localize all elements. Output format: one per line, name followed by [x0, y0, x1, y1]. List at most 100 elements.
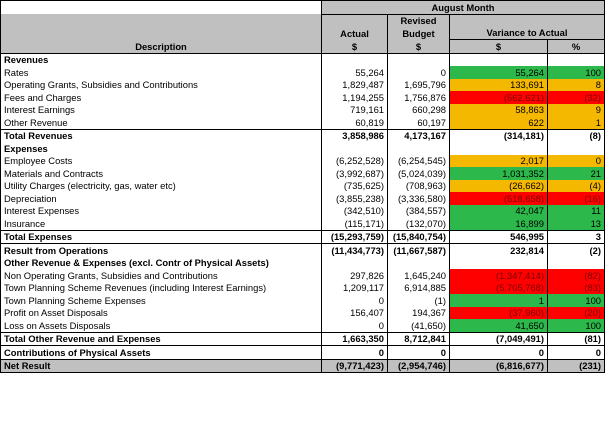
variance-header: Variance to Actual	[448, 14, 606, 40]
row-actual: (3,992,687)	[321, 167, 388, 180]
row-variance: (562,621)	[449, 91, 548, 104]
row-variance-percent	[546, 142, 606, 155]
table-row: Profit on Asset Disposals 156,407 194,367(…	[0, 306, 606, 319]
row-variance: 0	[449, 345, 548, 359]
row-description: Depreciation	[0, 192, 322, 205]
table-row: Expenses	[0, 142, 606, 155]
row-variance-percent	[546, 53, 606, 66]
row-variance-percent: (32)	[546, 91, 606, 104]
row-actual	[321, 142, 388, 155]
row-variance: 622	[449, 116, 548, 129]
row-budget: (5,024,039)	[387, 167, 450, 180]
row-variance: 133,691	[449, 78, 548, 91]
row-description: Interest Expenses	[0, 204, 322, 217]
row-description: Other Revenue & Expenses (excl. Contr of…	[0, 256, 322, 269]
row-actual: 55,264	[321, 66, 388, 79]
row-actual: (6,252,528)	[321, 154, 388, 167]
row-variance: 16,899	[449, 217, 548, 230]
row-variance-percent: (4)	[546, 179, 606, 192]
row-budget: 0	[387, 66, 450, 79]
row-variance	[449, 256, 548, 269]
row-actual: (9,771,423)	[321, 358, 388, 373]
table-body: Revenues Rates 55,264 0 55,264 100 Operating G…	[0, 53, 606, 373]
row-variance: (6,816,677)	[449, 358, 548, 373]
row-variance: 1	[449, 294, 548, 307]
table-row: Employee Costs (6,252,528) (6,254,545) 2,01…	[0, 154, 606, 167]
row-variance-percent: (231)	[546, 358, 606, 373]
table-row: Rates 55,264 0 55,264 100	[0, 66, 606, 79]
row-variance: (37,960)	[449, 306, 548, 319]
row-budget: (1)	[387, 294, 450, 307]
header-blank-cell	[0, 0, 322, 14]
row-budget	[387, 53, 450, 66]
row-actual: 0	[321, 345, 388, 359]
row-variance-percent: 3	[546, 229, 606, 244]
actual-header: Actual	[321, 27, 388, 40]
row-budget: 1,645,240	[387, 269, 450, 282]
row-budget: 1,695,796	[387, 78, 450, 91]
row-variance-percent	[546, 256, 606, 269]
row-budget	[387, 256, 450, 269]
row-actual: 1,663,350	[321, 331, 388, 346]
row-description: Revenues	[0, 53, 322, 66]
row-description: Operating Grants, Subsidies and Contribu…	[0, 78, 322, 91]
actual-unit: $	[321, 39, 388, 54]
table-row: Total Other Revenue and Expenses 1,663,35…	[0, 331, 606, 346]
row-description: Town Planning Scheme Revenues (including…	[0, 281, 322, 294]
row-variance-percent: 9	[546, 103, 606, 116]
table-row: Town Planning Scheme Revenues (including…	[0, 281, 606, 294]
row-actual: 0	[321, 294, 388, 307]
row-variance: 41,650	[449, 319, 548, 332]
row-description: Utility Charges (electricity, gas, water…	[0, 179, 322, 192]
row-description: Employee Costs	[0, 154, 322, 167]
revised-header: Revised	[387, 14, 450, 27]
row-variance-percent: (82)	[546, 269, 606, 282]
table-row: Insurance (115,171) (132,070) 16,899 13	[0, 217, 606, 230]
period-header: August Month	[320, 0, 606, 15]
financial-summary-table: August Month Description Revised Varianc…	[0, 0, 606, 373]
row-description: Contributions of Physical Assets	[0, 345, 322, 359]
row-budget: (41,650)	[387, 319, 450, 332]
row-variance: (26,662)	[449, 179, 548, 192]
row-variance-percent: (2)	[546, 243, 606, 257]
row-budget: 660,298	[387, 103, 450, 116]
percent-unit: %	[546, 39, 606, 54]
row-variance: 55,264	[449, 66, 548, 79]
row-description: Total Other Revenue and Expenses	[0, 331, 322, 346]
row-actual: 297,826	[321, 269, 388, 282]
description-header: Description	[0, 14, 322, 54]
row-description: Total Revenues	[0, 128, 322, 142]
table-row: Interest Expenses (342,510) (384,557) 42,04…	[0, 204, 606, 217]
table-row: Contributions of Physical Assets 0 0 0 0	[0, 345, 606, 359]
row-budget: (6,254,545)	[387, 154, 450, 167]
row-variance-percent: 21	[546, 167, 606, 180]
table-row: Fees and Charges 1,194,255 1,756,876 (562,6…	[0, 91, 606, 104]
row-variance: 546,995	[449, 229, 548, 244]
table-row: Total Revenues 3,858,986 4,173,167 (314,181…	[0, 128, 606, 142]
row-budget: 1,756,876	[387, 91, 450, 104]
row-variance-percent: 0	[546, 345, 606, 359]
table-row: Town Planning Scheme Expenses 0 (1) 1 100	[0, 294, 606, 307]
table-row: Interest Earnings 719,161 660,298 58,863 9	[0, 103, 606, 116]
row-variance: 42,047	[449, 204, 548, 217]
table-row: Total Expenses (15,293,759) (15,840,754) 54…	[0, 229, 606, 244]
row-variance-percent: 1	[546, 116, 606, 129]
row-actual: 156,407	[321, 306, 388, 319]
table-row: Result from Operations (11,434,773) (11,66…	[0, 243, 606, 257]
row-actual: 1,829,487	[321, 78, 388, 91]
table-row: Depreciation (3,855,238) (3,336,580) (518,6…	[0, 192, 606, 205]
row-variance-percent: 11	[546, 204, 606, 217]
row-actual: (15,293,759)	[321, 229, 388, 244]
row-variance-percent: 100	[546, 294, 606, 307]
row-actual: 3,858,986	[321, 128, 388, 142]
row-actual: 0	[321, 319, 388, 332]
row-actual: 1,194,255	[321, 91, 388, 104]
row-variance-percent: 100	[546, 319, 606, 332]
row-description: Fees and Charges	[0, 91, 322, 104]
row-description: Profit on Asset Disposals	[0, 306, 322, 319]
row-variance-percent: 0	[546, 154, 606, 167]
row-description: Town Planning Scheme Expenses	[0, 294, 322, 307]
table-row: Materials and Contracts (3,992,687) (5,024…	[0, 167, 606, 180]
row-budget: 0	[387, 345, 450, 359]
row-budget: (708,963)	[387, 179, 450, 192]
